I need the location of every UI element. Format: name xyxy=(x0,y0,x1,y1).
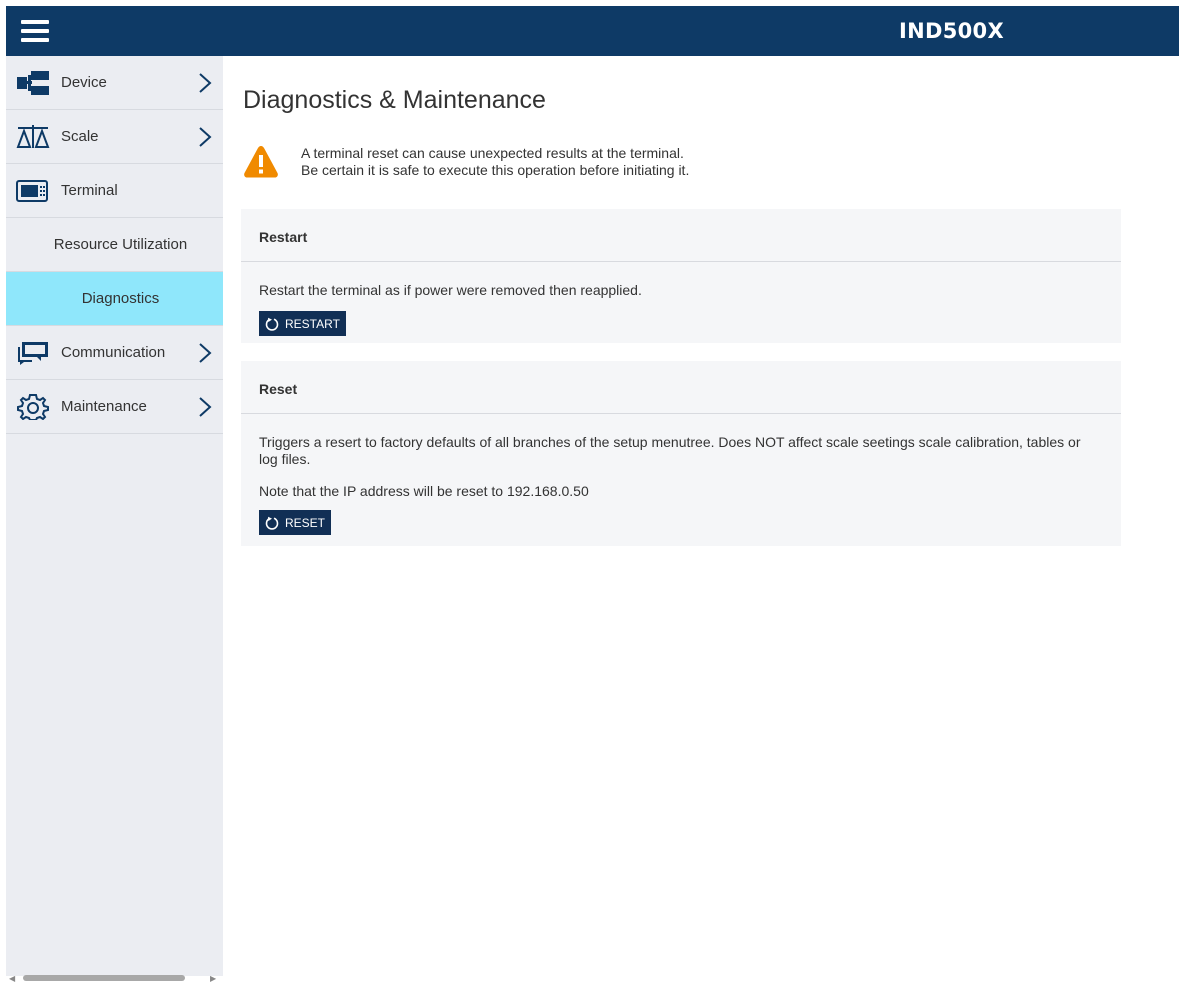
top-bar: IND500X xyxy=(6,6,1179,56)
chevron-right-icon xyxy=(199,342,212,363)
scrollbar-thumb[interactable] xyxy=(23,975,185,981)
warning-line-1: A terminal reset can cause unexpected re… xyxy=(301,145,684,161)
sidebar-item-label: Maintenance xyxy=(61,398,147,415)
restart-panel: Restart Restart the terminal as if power… xyxy=(241,209,1121,343)
reset-description: Triggers a resert to factory defaults of… xyxy=(259,434,1081,467)
restart-button[interactable]: RESTART xyxy=(259,311,346,336)
sidebar-item-label: Diagnostics xyxy=(81,290,160,307)
sidebar-item-scale[interactable]: Scale xyxy=(6,110,223,164)
terminal-display-icon xyxy=(16,179,48,202)
sidebar-item-maintenance[interactable]: Maintenance xyxy=(6,380,223,434)
reset-heading: Reset xyxy=(259,381,298,397)
chevron-right-icon xyxy=(199,72,212,93)
restart-description: Restart the terminal as if power were re… xyxy=(259,282,642,298)
page-title: Diagnostics & Maintenance xyxy=(243,86,546,114)
sidebar-item-label: Device xyxy=(61,74,107,91)
device-tree-icon xyxy=(17,70,49,95)
chevron-right-icon xyxy=(199,396,212,417)
reset-panel-body: Triggers a resert to factory defaults of… xyxy=(241,414,1121,535)
sidebar-item-device[interactable]: Device xyxy=(6,56,223,110)
warning-icon xyxy=(244,146,278,178)
restart-panel-header: Restart xyxy=(241,209,1121,262)
warning-line-2: Be certain it is safe to execute this op… xyxy=(301,162,690,178)
sidebar-item-resource-utilization[interactable]: Resource Utilization xyxy=(6,218,223,272)
sidebar-item-label: Terminal xyxy=(61,182,118,199)
reset-button[interactable]: RESET xyxy=(259,510,332,535)
reset-button-label: RESET xyxy=(285,515,326,530)
sidebar-item-label: Resource Utilization xyxy=(53,236,188,253)
app-title: IND500X xyxy=(899,19,1004,43)
reset-panel: Reset Triggers a resert to factory defau… xyxy=(241,361,1121,546)
scale-balance-icon xyxy=(16,124,50,148)
sidebar-item-communication[interactable]: Communication xyxy=(6,326,223,380)
chevron-right-icon xyxy=(199,126,212,147)
sidebar-item-label: Scale xyxy=(61,128,99,145)
refresh-icon xyxy=(265,516,279,530)
restart-panel-body: Restart the terminal as if power were re… xyxy=(241,262,1121,336)
gear-icon xyxy=(17,393,49,420)
reset-ip-note: Note that the IP address will be reset t… xyxy=(259,483,589,499)
horizontal-scrollbar[interactable]: ◀ ▶ xyxy=(6,974,223,983)
hamburger-menu-icon[interactable] xyxy=(21,20,49,42)
restart-button-label: RESTART xyxy=(285,316,340,331)
sidebar-item-terminal[interactable]: Terminal xyxy=(6,164,223,218)
reset-panel-header: Reset xyxy=(241,361,1121,414)
sidebar: Device Scale Terminal Resource Utilizati… xyxy=(6,56,223,976)
sidebar-item-label: Communication xyxy=(61,344,166,361)
chat-bubbles-icon xyxy=(18,341,48,365)
restart-heading: Restart xyxy=(259,229,308,245)
sidebar-item-diagnostics[interactable]: Diagnostics xyxy=(6,272,223,326)
warning-message: A terminal reset can cause unexpected re… xyxy=(301,145,689,179)
refresh-icon xyxy=(265,317,279,331)
